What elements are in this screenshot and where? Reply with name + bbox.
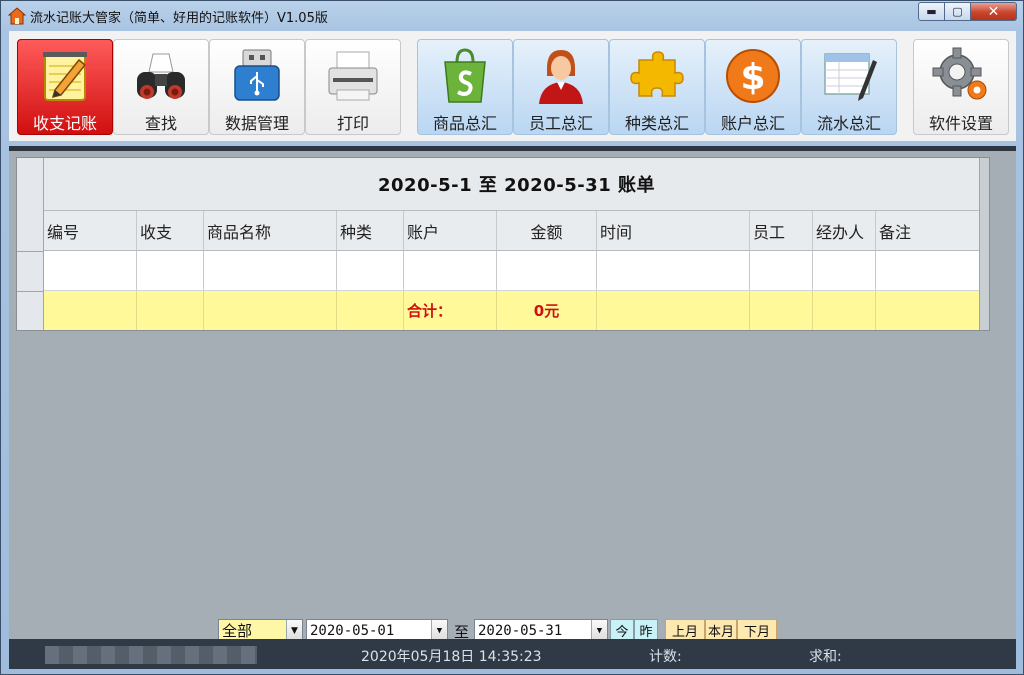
- summary-amount: 0元: [497, 291, 597, 330]
- row-header-divider: [17, 251, 44, 252]
- settings-button[interactable]: 软件设置: [913, 39, 1009, 135]
- status-datetime: 2020年05月18日 14:35:23: [361, 649, 542, 665]
- col-header-time[interactable]: 时间: [597, 211, 750, 250]
- col-header-note[interactable]: 备注: [876, 211, 989, 250]
- table-cell: [750, 291, 813, 330]
- chevron-down-icon[interactable]: ▼: [431, 620, 447, 641]
- row-header-column: [17, 158, 44, 330]
- table-cell: [337, 291, 404, 330]
- table-cell: [204, 291, 337, 330]
- toolbar-label: 流水总汇: [816, 114, 881, 133]
- puzzle-icon: [626, 46, 688, 106]
- employee-summary-button[interactable]: 员工总汇: [513, 39, 609, 135]
- window-controls: ▬ ▢ ✕: [918, 2, 1017, 21]
- grid-scrollbar[interactable]: [979, 158, 989, 330]
- toolbar-label: 收支记账: [32, 114, 97, 133]
- table-cell: [137, 291, 204, 330]
- shopping-bag-icon: [434, 46, 496, 106]
- product-summary-button[interactable]: 商品总汇: [417, 39, 513, 135]
- table-cell: [597, 251, 750, 290]
- row-header-divider: [17, 291, 44, 292]
- dollar-coin-icon: $: [722, 46, 784, 106]
- table-row[interactable]: [44, 251, 989, 291]
- bill-title: 2020-5-1 至 2020-5-31 账单: [44, 158, 989, 211]
- toolbar-label: 软件设置: [928, 114, 993, 133]
- summary-row: 合计： 0元: [44, 291, 989, 330]
- data-management-button[interactable]: 数据管理: [209, 39, 305, 135]
- table-cell: [137, 251, 204, 290]
- toolbar-label: 查找: [144, 114, 177, 133]
- end-date-value: 2020-05-31: [478, 622, 563, 639]
- col-header-employee[interactable]: 员工: [750, 211, 813, 250]
- account-summary-button[interactable]: $ 账户总汇: [705, 39, 801, 135]
- usb-drive-icon: [226, 46, 288, 106]
- toolbar-label: 种类总汇: [624, 114, 689, 133]
- minimize-button[interactable]: ▬: [918, 2, 945, 21]
- printer-icon: [322, 46, 384, 106]
- toolbar-label: 商品总汇: [432, 114, 497, 133]
- col-header-id[interactable]: 编号: [44, 211, 137, 250]
- table-cell: [876, 251, 989, 290]
- ledger-grid[interactable]: 2020-5-1 至 2020-5-31 账单 编号 收支 商品名称 种类 账户…: [16, 157, 990, 331]
- toolbar-label: 员工总汇: [528, 114, 593, 133]
- type-filter-value: 全部: [222, 622, 253, 640]
- employee-icon: [530, 46, 592, 106]
- ledger-summary-button[interactable]: 流水总汇: [801, 39, 897, 135]
- table-cell: [404, 251, 497, 290]
- table-cell: [337, 251, 404, 290]
- table-cell: [497, 251, 597, 290]
- income-expense-button[interactable]: 收支记账: [17, 39, 113, 135]
- maximize-button[interactable]: ▢: [945, 2, 971, 21]
- binoculars-icon: [130, 46, 192, 106]
- chevron-down-icon[interactable]: ▼: [286, 620, 302, 641]
- house-icon: [8, 7, 26, 25]
- category-summary-button[interactable]: 种类总汇: [609, 39, 705, 135]
- status-count-label: 计数:: [649, 649, 682, 665]
- column-header-row: 编号 收支 商品名称 种类 账户 金额 时间 员工 经办人 备注: [44, 211, 989, 251]
- search-button[interactable]: 查找: [113, 39, 209, 135]
- status-bar: 2020年05月18日 14:35:23 计数: 求和:: [9, 639, 1016, 669]
- gear-icon: [930, 46, 992, 106]
- col-header-type[interactable]: 收支: [137, 211, 204, 250]
- svg-text:$: $: [740, 57, 765, 98]
- table-cell: [44, 291, 137, 330]
- toolbar-label: 打印: [336, 114, 369, 133]
- toolbar-label: 账户总汇: [720, 114, 785, 133]
- window-title: 流水记账大管家（简单、好用的记账软件）V1.05版: [30, 11, 328, 26]
- chevron-down-icon[interactable]: ▼: [591, 620, 607, 641]
- table-cell: [44, 251, 137, 290]
- table-cell: [813, 291, 876, 330]
- table-cell: [876, 291, 989, 330]
- col-header-product[interactable]: 商品名称: [204, 211, 337, 250]
- toolbar: 收支记账 查找 数据管理 打印 商品总汇 员工总汇 种类总汇 $ 账户总汇 流水…: [9, 31, 1016, 141]
- col-header-handler[interactable]: 经办人: [813, 211, 876, 250]
- summary-label: 合计：: [404, 291, 497, 330]
- close-button[interactable]: ✕: [971, 2, 1017, 21]
- table-cell: [750, 251, 813, 290]
- col-header-category[interactable]: 种类: [337, 211, 404, 250]
- table-cell: [597, 291, 750, 330]
- start-date-value: 2020-05-01: [310, 622, 395, 639]
- print-button[interactable]: 打印: [305, 39, 401, 135]
- app-window: 流水记账大管家（简单、好用的记账软件）V1.05版 ▬ ▢ ✕ 收支记账 查找 …: [0, 0, 1024, 675]
- toolbar-label: 数据管理: [224, 114, 289, 133]
- notepad-pencil-icon: [34, 46, 96, 106]
- table-cell: [813, 251, 876, 290]
- title-bar[interactable]: 流水记账大管家（简单、好用的记账软件）V1.05版 ▬ ▢ ✕: [1, 1, 1023, 31]
- col-header-account[interactable]: 账户: [404, 211, 497, 250]
- main-panel: 2020-5-1 至 2020-5-31 账单 编号 收支 商品名称 种类 账户…: [9, 146, 1016, 642]
- redacted-info: [45, 646, 257, 664]
- ledger-pen-icon: [818, 46, 880, 106]
- status-sum-label: 求和:: [809, 649, 842, 665]
- table-cell: [204, 251, 337, 290]
- col-header-amount[interactable]: 金额: [497, 211, 597, 250]
